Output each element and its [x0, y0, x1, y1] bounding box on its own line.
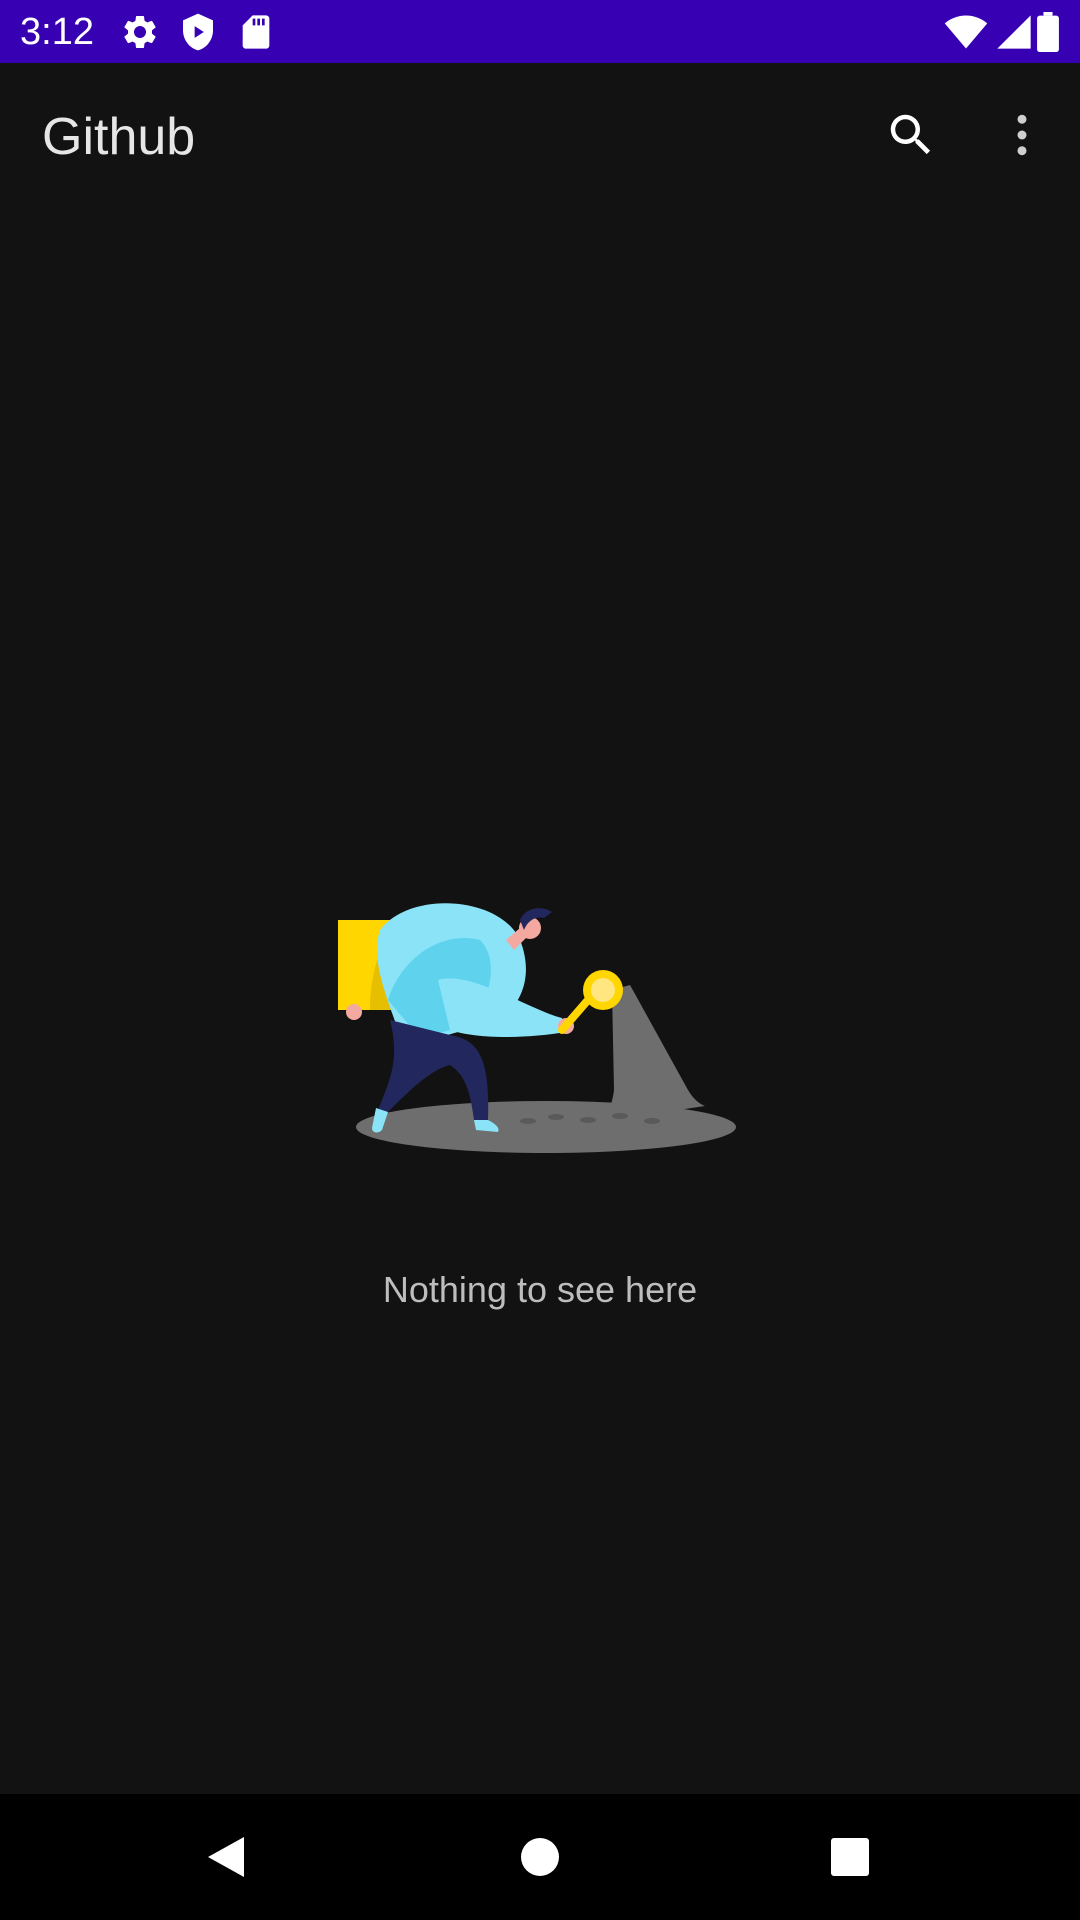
recents-icon	[830, 1837, 870, 1877]
wifi-icon	[944, 10, 988, 54]
screen: 3:12 Github Nothing to see here	[0, 0, 1080, 1920]
navigation-bar	[0, 1794, 1080, 1920]
battery-icon	[1036, 12, 1060, 52]
status-bar: 3:12	[0, 0, 1080, 63]
more-options-icon	[995, 108, 1049, 162]
searching-person-illustration	[330, 890, 750, 1160]
back-button[interactable]	[186, 1817, 266, 1897]
status-time: 3:12	[20, 11, 94, 53]
back-icon	[204, 1833, 248, 1881]
more-options-button[interactable]	[986, 99, 1058, 171]
app-bar: Github	[0, 63, 1080, 210]
recents-button[interactable]	[810, 1817, 890, 1897]
home-icon	[520, 1837, 560, 1877]
search-button[interactable]	[875, 99, 947, 171]
settings-icon	[120, 12, 160, 52]
search-icon	[884, 108, 938, 162]
app-title: Github	[42, 108, 196, 166]
cell-signal-icon	[994, 12, 1034, 52]
empty-state-message: Nothing to see here	[382, 1269, 698, 1310]
home-button[interactable]	[500, 1817, 580, 1897]
sd-card-icon	[236, 12, 276, 52]
play-protect-icon	[178, 12, 218, 52]
